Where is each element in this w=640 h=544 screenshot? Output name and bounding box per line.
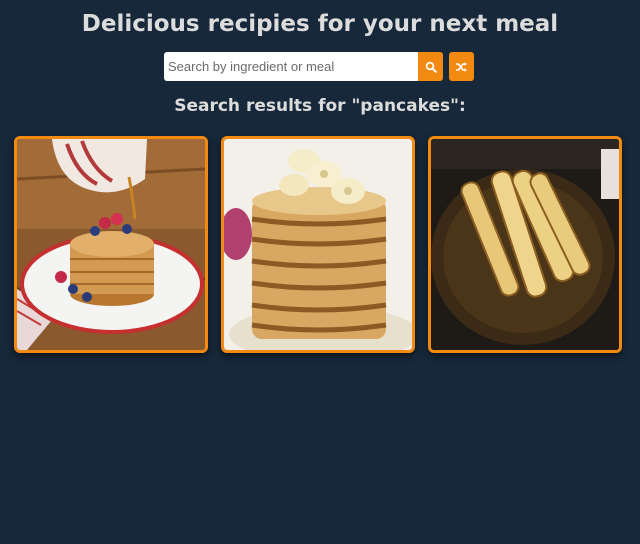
meal-card[interactable] [14, 136, 208, 353]
meal-thumbnail [224, 139, 412, 350]
search-input[interactable] [164, 52, 418, 81]
search-bar [164, 52, 474, 81]
search-icon [425, 61, 437, 73]
random-meal-button[interactable] [449, 52, 474, 81]
meal-card[interactable] [428, 136, 622, 353]
meal-thumbnail [431, 139, 619, 350]
meal-thumbnail [17, 139, 205, 350]
page-title: Delicious recipies for your next meal [81, 11, 559, 37]
recipe-app: Delicious recipies for your next meal Se… [0, 0, 640, 544]
results-heading: Search results for "pancakes": [174, 96, 466, 116]
meal-card[interactable] [221, 136, 415, 353]
shuffle-icon [455, 61, 468, 73]
search-button[interactable] [418, 52, 443, 81]
